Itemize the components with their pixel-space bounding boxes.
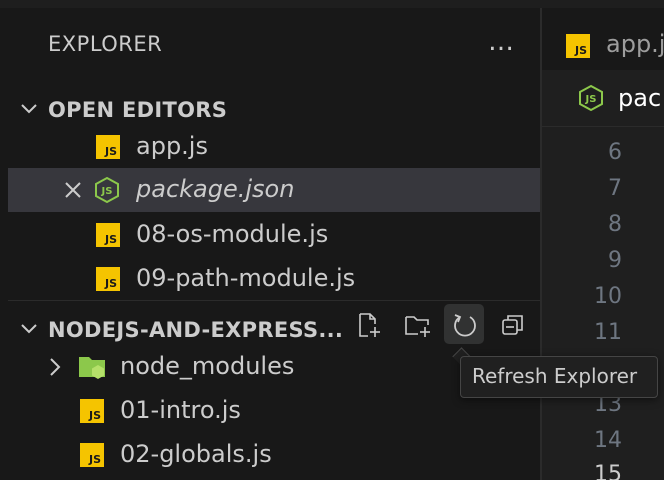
refresh-explorer-tooltip: Refresh Explorer bbox=[460, 356, 658, 398]
new-folder-icon bbox=[405, 316, 430, 337]
folder-node-icon bbox=[79, 357, 105, 379]
line-number: 7 bbox=[608, 176, 622, 201]
collapse-all-icon bbox=[502, 315, 523, 335]
open-editor-item-app-js[interactable]: JS app.js bbox=[8, 125, 540, 169]
line-number: 15 bbox=[594, 462, 622, 480]
open-editor-item-09-path-module[interactable]: JS 09-path-module.js bbox=[8, 257, 540, 301]
svg-text:JS: JS bbox=[101, 186, 113, 197]
line-number: 8 bbox=[608, 212, 622, 237]
refresh-explorer-button[interactable] bbox=[444, 304, 484, 344]
line-number: 14 bbox=[594, 428, 622, 453]
tab-package-json[interactable]: JS pac bbox=[542, 70, 664, 127]
line-number: 6 bbox=[608, 140, 622, 165]
editor-area: JS app.js JS pac 6 7 8 9 10 11 12 13 14 … bbox=[542, 8, 664, 480]
close-icon[interactable] bbox=[61, 178, 85, 202]
chevron-down-icon bbox=[21, 104, 37, 114]
chevron-right-icon bbox=[50, 358, 61, 376]
tree-item-02-globals[interactable]: JS 02-globals.js bbox=[8, 433, 540, 477]
tab-app-js[interactable]: JS app.js bbox=[542, 16, 664, 70]
js-file-icon: JS bbox=[96, 267, 120, 291]
new-folder-button[interactable] bbox=[396, 304, 436, 344]
tooltip-text: Refresh Explorer bbox=[472, 364, 638, 388]
open-editor-label: package.json bbox=[136, 175, 295, 203]
new-file-button[interactable] bbox=[348, 304, 388, 344]
js-file-icon: JS bbox=[96, 135, 120, 159]
js-file-icon: JS bbox=[96, 223, 120, 247]
section-divider bbox=[8, 300, 540, 301]
svg-text:JS: JS bbox=[585, 94, 597, 105]
more-actions-icon[interactable]: … bbox=[488, 29, 514, 55]
explorer-title: EXPLORER bbox=[48, 32, 163, 56]
open-editors-label: OPEN EDITORS bbox=[48, 98, 228, 122]
open-editor-label: 08-os-module.js bbox=[136, 220, 329, 248]
open-editor-label: app.js bbox=[136, 132, 208, 160]
node-json-icon: JS bbox=[95, 176, 119, 204]
collapse-folders-button[interactable] bbox=[492, 304, 532, 344]
tree-item-label: 01-intro.js bbox=[120, 396, 241, 424]
new-file-icon bbox=[359, 313, 380, 337]
project-folder-label: NODEJS-AND-EXPRESS... bbox=[48, 318, 344, 342]
js-file-icon: JS bbox=[566, 34, 590, 58]
chevron-down-icon bbox=[21, 324, 37, 334]
node-json-icon: JS bbox=[579, 84, 603, 112]
line-number: 10 bbox=[594, 284, 622, 309]
js-file-icon: JS bbox=[80, 399, 104, 423]
tree-item-label: 02-globals.js bbox=[120, 440, 272, 468]
tree-item-label: node_modules bbox=[120, 352, 295, 380]
js-file-icon: JS bbox=[80, 443, 104, 467]
line-number: 9 bbox=[608, 248, 622, 273]
open-editor-item-package-json[interactable]: JS package.json bbox=[8, 168, 540, 212]
tab-label: pac bbox=[618, 84, 662, 112]
tab-label: app.js bbox=[606, 30, 664, 58]
refresh-icon bbox=[454, 314, 476, 337]
line-number: 11 bbox=[594, 320, 622, 345]
open-editor-label: 09-path-module.js bbox=[136, 264, 356, 292]
explorer-sidebar: EXPLORER … OPEN EDITORS JS app.js JS pac… bbox=[8, 8, 540, 480]
open-editor-item-08-os-module[interactable]: JS 08-os-module.js bbox=[8, 213, 540, 257]
open-editors-header[interactable]: OPEN EDITORS bbox=[8, 90, 540, 130]
